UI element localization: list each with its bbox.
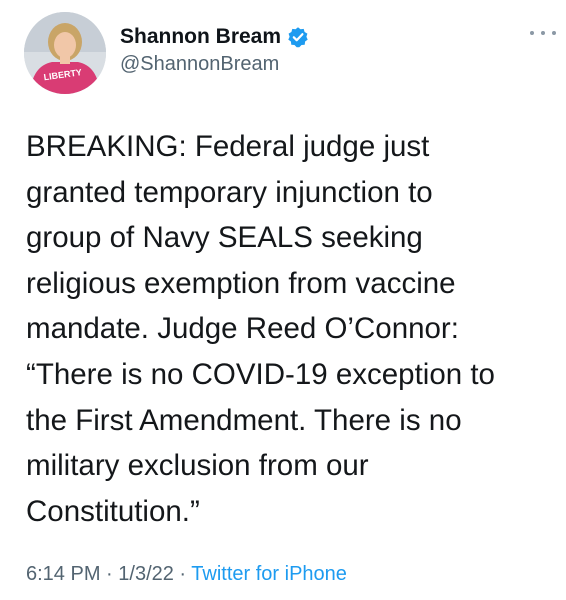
author-handle[interactable]: @ShannonBream (120, 53, 279, 76)
more-dot (530, 31, 534, 35)
more-dot (541, 31, 545, 35)
more-options-icon[interactable] (530, 26, 556, 40)
more-dot (552, 31, 556, 35)
avatar[interactable]: LIBERTY (24, 12, 106, 94)
tweet-source-link[interactable]: Twitter for iPhone (191, 563, 347, 585)
avatar-photo: LIBERTY (24, 12, 106, 94)
author-name-row[interactable]: Shannon Bream (120, 24, 309, 50)
tweet-card: LIBERTY Shannon Bream @ShannonBream BREA… (0, 0, 566, 600)
display-name[interactable]: Shannon Bream (120, 25, 281, 49)
tweet-text: BREAKING: Federal judge just granted tem… (26, 130, 495, 528)
meta-separator: · (100, 563, 119, 585)
tweet-time[interactable]: 6:14 PM (26, 563, 100, 585)
verified-badge-icon (287, 26, 309, 48)
tweet-metadata: 6:14 PM · 1/3/22 · Twitter for iPhone (26, 563, 347, 586)
meta-separator: · (173, 563, 192, 585)
tweet-date[interactable]: 1/3/22 (118, 563, 174, 585)
